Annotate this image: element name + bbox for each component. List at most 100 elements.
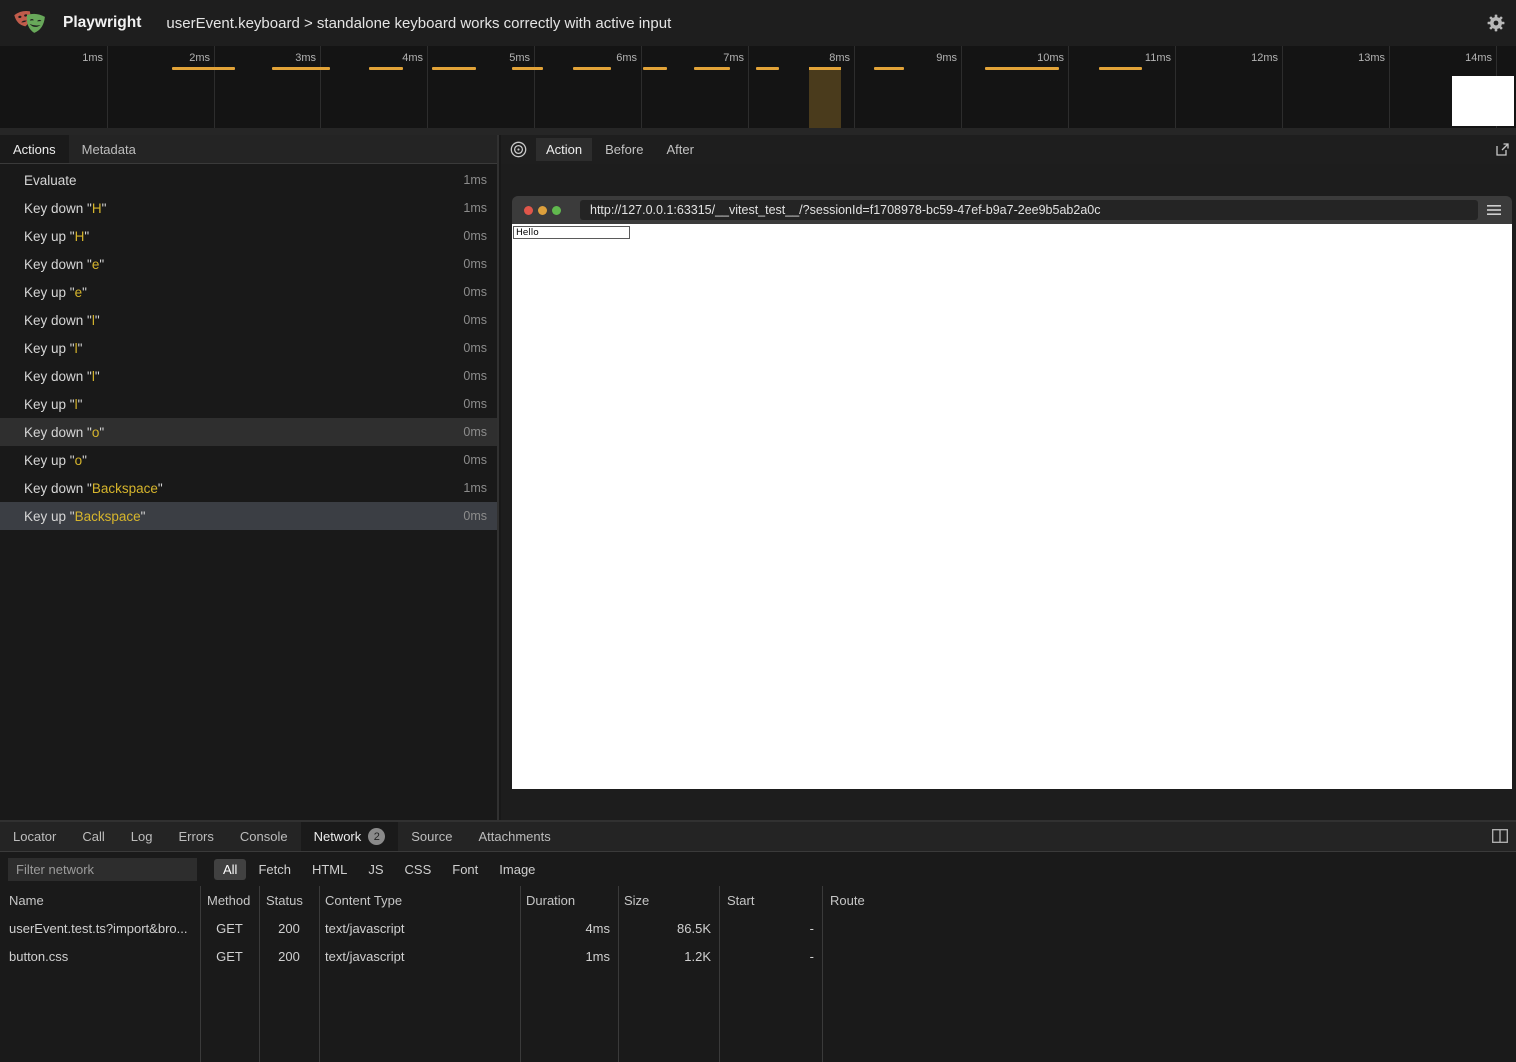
action-title: Key down bbox=[24, 481, 87, 496]
network-row[interactable]: userEvent.test.ts?import&bro... GET 200 … bbox=[0, 914, 1516, 942]
tab[interactable]: Metadata bbox=[69, 135, 149, 163]
network-type-chip[interactable]: Image bbox=[490, 859, 544, 880]
network-type-chip[interactable]: JS bbox=[359, 859, 392, 880]
timeline-action-bar[interactable] bbox=[694, 67, 730, 70]
timeline-action-bar[interactable] bbox=[573, 67, 611, 70]
timeline-action-bar[interactable] bbox=[756, 67, 779, 70]
cell-status: 200 bbox=[259, 921, 319, 936]
details-tab[interactable]: Attachments bbox=[465, 822, 563, 851]
action-title: Key down bbox=[24, 201, 87, 216]
action-row[interactable]: Key up "o" 0ms bbox=[0, 446, 497, 474]
timeline-action-bar[interactable] bbox=[172, 67, 235, 70]
action-row[interactable]: Key down "l" 0ms bbox=[0, 306, 497, 334]
column-header-route[interactable]: Route bbox=[822, 893, 1516, 908]
network-type-chip[interactable]: HTML bbox=[303, 859, 356, 880]
details-tab[interactable]: Console bbox=[227, 822, 301, 851]
action-row[interactable]: Key up "l" 0ms bbox=[0, 390, 497, 418]
network-type-chip[interactable]: All bbox=[214, 859, 246, 880]
timeline-tick-label: 11ms bbox=[1101, 52, 1171, 64]
network-type-chip[interactable]: Font bbox=[443, 859, 487, 880]
column-header-name[interactable]: Name bbox=[0, 893, 200, 908]
timeline[interactable]: 1ms 2ms 3ms 4ms 5ms bbox=[0, 46, 1516, 128]
details-tab[interactable]: Network 2 bbox=[301, 822, 399, 851]
popout-icon[interactable] bbox=[1495, 142, 1510, 157]
action-quote: " bbox=[99, 425, 104, 440]
action-row[interactable]: Key down "o" 0ms bbox=[0, 418, 497, 446]
tab[interactable]: Actions bbox=[0, 135, 69, 163]
action-title: Evaluate bbox=[24, 173, 77, 188]
timeline-film-thumbnail[interactable] bbox=[1452, 76, 1514, 126]
timeline-selected-range[interactable] bbox=[809, 67, 841, 128]
action-key-value: Backspace bbox=[75, 509, 141, 524]
timeline-action-bar[interactable] bbox=[432, 67, 476, 70]
cell-method: GET bbox=[200, 949, 259, 964]
gear-icon[interactable] bbox=[1487, 14, 1505, 32]
playwright-masks-logo bbox=[14, 8, 48, 38]
column-header-start[interactable]: Start bbox=[719, 893, 822, 908]
actions-panel: Actions Metadata Evaluate 1ms Key down "… bbox=[0, 135, 499, 820]
action-duration: 0ms bbox=[463, 341, 487, 355]
action-row[interactable]: Key down "H" 1ms bbox=[0, 194, 497, 222]
action-quote: " bbox=[82, 453, 87, 468]
network-row[interactable]: button.css GET 200 text/javascript 1ms 1… bbox=[0, 942, 1516, 970]
column-header-size[interactable]: Size bbox=[618, 893, 719, 908]
timeline-tick-label: 5ms bbox=[460, 52, 530, 64]
details-tab[interactable]: Log bbox=[118, 822, 166, 851]
action-quote: " bbox=[102, 201, 107, 216]
timeline-action-bar[interactable] bbox=[272, 67, 330, 70]
action-list: Evaluate 1ms Key down "H" 1ms Key up "H"… bbox=[0, 164, 497, 530]
network-type-chip[interactable]: Fetch bbox=[249, 859, 300, 880]
column-header-status[interactable]: Status bbox=[259, 893, 319, 908]
column-header-content-type[interactable]: Content Type bbox=[319, 893, 520, 908]
cell-duration: 4ms bbox=[520, 921, 618, 936]
column-header-duration[interactable]: Duration bbox=[520, 893, 618, 908]
network-count-badge: 2 bbox=[368, 828, 385, 845]
network-type-chip[interactable]: CSS bbox=[396, 859, 441, 880]
action-row[interactable]: Key down "e" 0ms bbox=[0, 250, 497, 278]
action-key-value: e bbox=[75, 285, 83, 300]
snapshot-page bbox=[512, 224, 1512, 789]
snapshot-toggle[interactable]: Action bbox=[536, 138, 592, 161]
cell-content-type: text/javascript bbox=[319, 921, 520, 936]
action-quote: " bbox=[82, 285, 87, 300]
action-title: Key down bbox=[24, 257, 87, 272]
action-title: Key up bbox=[24, 397, 70, 412]
details-tab[interactable]: Call bbox=[69, 822, 117, 851]
details-tabstrip: Locator Call Log Errors bbox=[0, 822, 1516, 852]
network-table: Name Method Status Content Type Duration… bbox=[0, 886, 1516, 1062]
snapshot-toggle[interactable]: Before bbox=[595, 138, 653, 161]
timeline-gridline bbox=[641, 46, 642, 128]
timeline-action-bar[interactable] bbox=[643, 67, 667, 70]
action-quote: " bbox=[78, 341, 83, 356]
details-tab[interactable]: Source bbox=[398, 822, 465, 851]
app-name: Playwright bbox=[63, 14, 141, 32]
timeline-action-bar[interactable] bbox=[985, 67, 1059, 70]
address-bar: http://127.0.0.1:63315/__vitest_test__/?… bbox=[580, 200, 1478, 220]
target-icon[interactable] bbox=[510, 141, 527, 158]
action-row[interactable]: Key down "Backspace" 1ms bbox=[0, 474, 497, 502]
details-tab[interactable]: Locator bbox=[0, 822, 69, 851]
timeline-gridline bbox=[1389, 46, 1390, 128]
action-row[interactable]: Key up "l" 0ms bbox=[0, 334, 497, 362]
timeline-action-bar[interactable] bbox=[369, 67, 403, 70]
timeline-tick-label: 2ms bbox=[140, 52, 210, 64]
column-header-method[interactable]: Method bbox=[200, 893, 259, 908]
timeline-action-bar[interactable] bbox=[512, 67, 543, 70]
action-row[interactable]: Key up "H" 0ms bbox=[0, 222, 497, 250]
action-row[interactable]: Evaluate 1ms bbox=[0, 166, 497, 194]
details-tab[interactable]: Errors bbox=[165, 822, 226, 851]
cell-size: 86.5K bbox=[618, 921, 719, 936]
timeline-gridline bbox=[1282, 46, 1283, 128]
split-columns-icon[interactable] bbox=[1492, 829, 1508, 843]
timeline-action-bar[interactable] bbox=[1099, 67, 1142, 70]
action-row[interactable]: Key down "l" 0ms bbox=[0, 362, 497, 390]
action-key-value: Backspace bbox=[92, 481, 158, 496]
network-filter-input[interactable] bbox=[8, 858, 197, 881]
timeline-gridline bbox=[854, 46, 855, 128]
browser-chrome: http://127.0.0.1:63315/__vitest_test__/?… bbox=[512, 196, 1512, 224]
action-row[interactable]: Key up "e" 0ms bbox=[0, 278, 497, 306]
timeline-action-bar[interactable] bbox=[874, 67, 904, 70]
action-row[interactable]: Key up "Backspace" 0ms bbox=[0, 502, 497, 530]
snapshot-toggle[interactable]: After bbox=[656, 138, 703, 161]
timeline-gridline bbox=[320, 46, 321, 128]
